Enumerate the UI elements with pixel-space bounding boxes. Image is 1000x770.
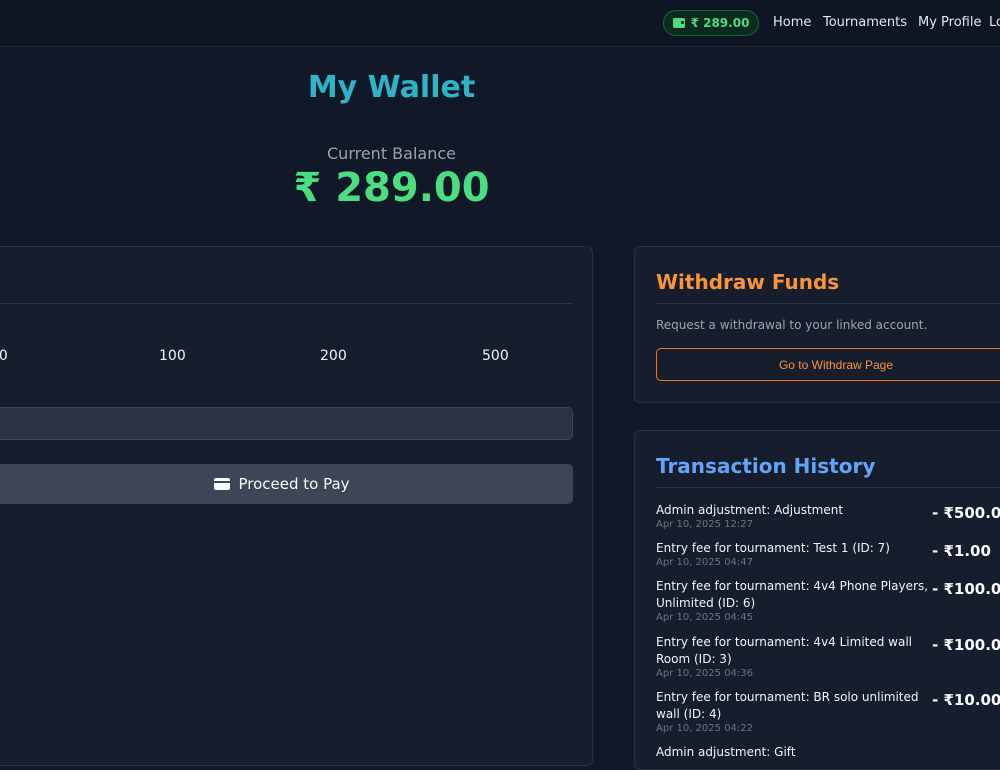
withdraw-divider bbox=[656, 303, 1000, 304]
transaction-date: Apr 10, 2025 12:27 bbox=[656, 519, 754, 530]
amount-option-100[interactable]: 100 bbox=[159, 348, 186, 364]
wallet-icon bbox=[672, 18, 685, 28]
nav-link-logout[interactable]: Lo bbox=[989, 15, 1000, 30]
deposit-divider bbox=[0, 303, 573, 304]
nav-link-my-profile[interactable]: My Profile bbox=[918, 15, 981, 30]
balance-label: Current Balance bbox=[327, 144, 456, 163]
withdraw-description: Request a withdrawal to your linked acco… bbox=[656, 318, 928, 332]
go-to-withdraw-button[interactable]: Go to Withdraw Page bbox=[656, 348, 1000, 381]
nav-link-home[interactable]: Home bbox=[773, 15, 811, 30]
proceed-to-pay-button[interactable]: Proceed to Pay bbox=[0, 464, 573, 504]
credit-card-icon bbox=[214, 478, 231, 490]
amount-option-50[interactable]: 50 bbox=[0, 348, 8, 364]
transaction-date: Apr 10, 2025 04:36 bbox=[656, 668, 754, 679]
transaction-amount: - ₹10.00 bbox=[932, 691, 1000, 709]
proceed-to-pay-label: Proceed to Pay bbox=[238, 475, 350, 493]
history-title: Transaction History bbox=[656, 454, 876, 478]
transaction-amount: - ₹100.00 bbox=[932, 580, 1000, 598]
transaction-description: Admin adjustment: Gift bbox=[656, 745, 796, 759]
transaction-amount: - ₹1.00 bbox=[932, 542, 991, 560]
transaction-history-card: Transaction History Admin adjustment: Ad… bbox=[634, 430, 1000, 770]
transaction-description: Entry fee for tournament: 4v4 Limited wa… bbox=[656, 635, 913, 666]
amount-option-200[interactable]: 200 bbox=[320, 348, 347, 364]
transaction-date: Apr 10, 2025 04:47 bbox=[656, 557, 754, 568]
page-title: My Wallet bbox=[307, 70, 476, 105]
transaction-amount: - ₹100.00 bbox=[932, 636, 1000, 654]
balance-value: ₹ 289.00 bbox=[293, 165, 490, 211]
transaction-description: Entry fee for tournament: Test 1 (ID: 7) bbox=[656, 541, 890, 555]
amount-option-500[interactable]: 500 bbox=[482, 348, 509, 364]
transaction-date: Apr 10, 2025 04:22 bbox=[656, 723, 754, 734]
transaction-description: Entry fee for tournament: BR solo unlimi… bbox=[656, 690, 919, 721]
deposit-card: 50 100 200 500 Proceed to Pay bbox=[0, 246, 593, 766]
history-divider bbox=[656, 487, 1000, 488]
transaction-description: Admin adjustment: Adjustment bbox=[656, 503, 844, 517]
top-navbar: ₹ 289.00 Home Tournaments My Profile Lo bbox=[0, 0, 1000, 47]
withdraw-title: Withdraw Funds bbox=[656, 270, 840, 294]
transaction-description: Entry fee for tournament: 4v4 Phone Play… bbox=[656, 579, 929, 610]
nav-link-tournaments[interactable]: Tournaments bbox=[823, 15, 907, 30]
wallet-balance-text: ₹ 289.00 bbox=[690, 16, 750, 30]
withdraw-card: Withdraw Funds Request a withdrawal to y… bbox=[634, 246, 1000, 403]
transaction-amount: - ₹500.00 bbox=[932, 504, 1000, 522]
transaction-date: Apr 10, 2025 04:45 bbox=[656, 612, 754, 623]
amount-input[interactable] bbox=[0, 407, 573, 440]
wallet-balance-badge[interactable]: ₹ 289.00 bbox=[663, 10, 759, 36]
